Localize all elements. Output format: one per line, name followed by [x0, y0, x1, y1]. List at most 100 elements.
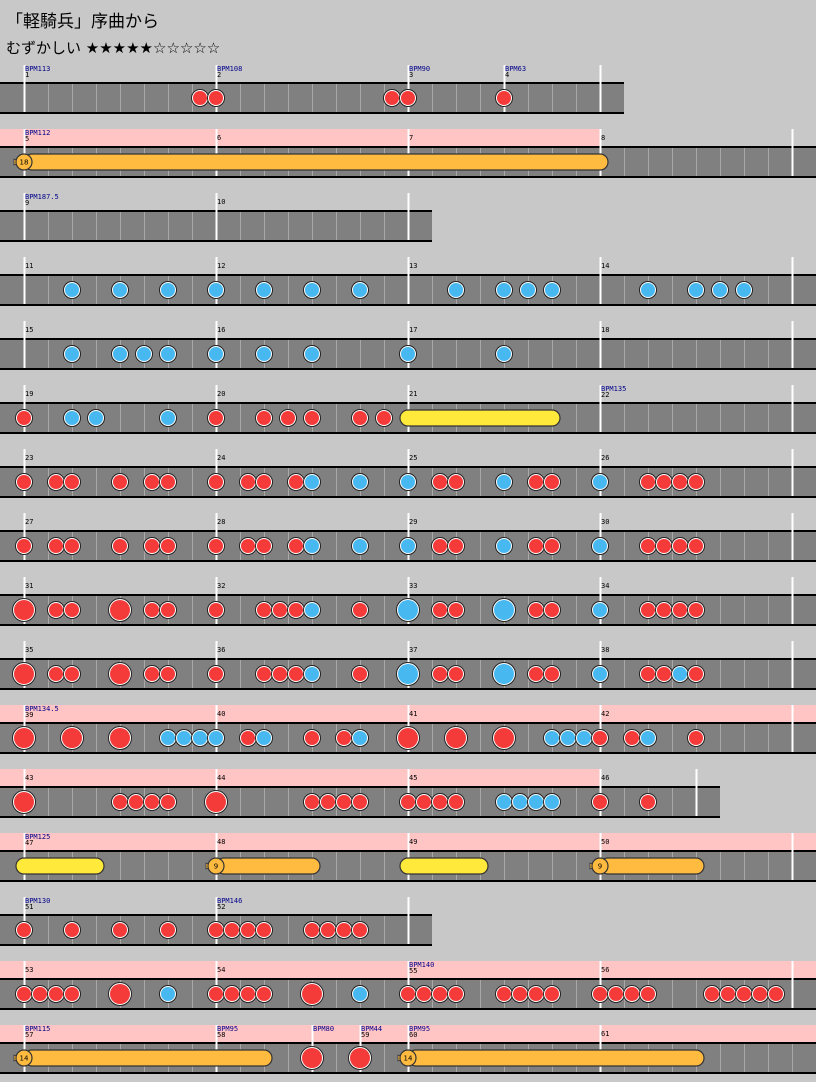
lane-border-bottom	[0, 880, 816, 882]
don-note-face	[225, 923, 239, 937]
chart-row: 11 12 13 14	[0, 257, 816, 306]
bpm-label: BPM63	[505, 65, 526, 73]
chart-row: 31 32 33 34	[0, 577, 816, 626]
lane-border-bottom	[0, 688, 816, 690]
don-note-face	[281, 411, 295, 425]
don-note-face	[161, 603, 175, 617]
balloon-count: 9	[214, 863, 218, 871]
don-note-face	[721, 987, 735, 1001]
don-note-face	[673, 603, 687, 617]
measure-number: 38	[601, 646, 609, 654]
don-note-face	[161, 667, 175, 681]
don-note-face	[161, 475, 175, 489]
ka-note-face	[398, 664, 418, 684]
ka-note-face	[305, 475, 319, 489]
don-note-face	[689, 475, 703, 489]
ka-note-face	[257, 347, 271, 361]
bpm-label: BPM140	[409, 961, 434, 969]
don-note-face	[353, 795, 367, 809]
don-note-face	[433, 987, 447, 1001]
renda-note	[399, 857, 489, 875]
bpm-label: BPM135	[601, 385, 626, 393]
measure-number: 32	[217, 582, 225, 590]
ka-note-face	[161, 987, 175, 1001]
measure-number: 31	[25, 582, 33, 590]
ka-note-face	[593, 603, 607, 617]
don-note-face	[449, 539, 463, 553]
don-note-face	[14, 792, 34, 812]
don-note-face	[49, 987, 63, 1001]
bpm-label: BPM108	[217, 65, 242, 73]
don-note-face	[209, 923, 223, 937]
measure-number: 26	[601, 454, 609, 462]
ka-note-face	[209, 347, 223, 361]
don-note-face	[769, 987, 783, 1001]
balloon-note	[215, 857, 321, 875]
ka-note-face	[641, 731, 655, 745]
don-note-face	[593, 731, 607, 745]
don-note-face	[446, 728, 466, 748]
measure-number: 27	[25, 518, 33, 526]
don-note-face	[257, 475, 271, 489]
lane-border-top	[0, 786, 720, 788]
measure-number: 25	[409, 454, 417, 462]
lane-border-bottom	[0, 816, 720, 818]
don-note-face	[625, 987, 639, 1001]
ka-note-face	[545, 795, 559, 809]
ka-note-face	[449, 283, 463, 297]
lane-border-bottom	[0, 112, 624, 114]
ka-note-face	[65, 283, 79, 297]
measure-number: 42	[601, 710, 609, 718]
don-note-face	[657, 539, 671, 553]
ka-note-face	[561, 731, 575, 745]
lane-border-bottom	[0, 560, 816, 562]
measure-number: 11	[25, 262, 33, 270]
don-note-face	[337, 795, 351, 809]
ka-note-face	[497, 347, 511, 361]
don-note-face	[353, 923, 367, 937]
don-note-face	[625, 731, 639, 745]
measure-number: 10	[217, 198, 225, 206]
don-note-face	[433, 667, 447, 681]
don-note-face	[17, 411, 31, 425]
don-note-face	[289, 475, 303, 489]
don-note-face	[14, 664, 34, 684]
difficulty-label: むずかしい ★★★★★☆☆☆☆☆	[6, 39, 221, 57]
ka-note-face	[161, 347, 175, 361]
ka-note-face	[497, 795, 511, 809]
don-note-face	[641, 475, 655, 489]
don-note-face	[609, 987, 623, 1001]
don-note-face	[641, 603, 655, 617]
don-note-face	[513, 987, 527, 1001]
measure-number: 50	[601, 838, 609, 846]
ka-note-face	[737, 283, 751, 297]
gogo-band	[0, 769, 600, 788]
don-note-face	[17, 987, 31, 1001]
bpm-label: BPM113	[25, 65, 50, 73]
balloon-count: 9	[598, 863, 602, 871]
ka-note-face	[521, 283, 535, 297]
don-note-face	[497, 91, 511, 105]
don-note-face	[433, 539, 447, 553]
ka-note-face	[593, 475, 607, 489]
lane-border-bottom	[0, 432, 816, 434]
bpm-label: BPM90	[409, 65, 430, 73]
don-note-face	[273, 603, 287, 617]
measure-number: 30	[601, 518, 609, 526]
don-note-face	[302, 984, 322, 1004]
don-note-face	[417, 987, 431, 1001]
gogo-band	[0, 129, 600, 148]
don-note-face	[209, 539, 223, 553]
chart-row: 43 44 45 46	[0, 769, 720, 818]
don-note-face	[449, 795, 463, 809]
measure-number: 15	[25, 326, 33, 334]
ka-note-face	[305, 603, 319, 617]
ka-note-face	[713, 283, 727, 297]
bpm-label: BPM80	[313, 1025, 334, 1033]
don-note-face	[65, 987, 79, 1001]
measure-number: 41	[409, 710, 417, 718]
don-note-face	[113, 539, 127, 553]
measure-number: 34	[601, 582, 609, 590]
balloon-note	[23, 153, 609, 171]
bpm-label: BPM130	[25, 897, 50, 905]
